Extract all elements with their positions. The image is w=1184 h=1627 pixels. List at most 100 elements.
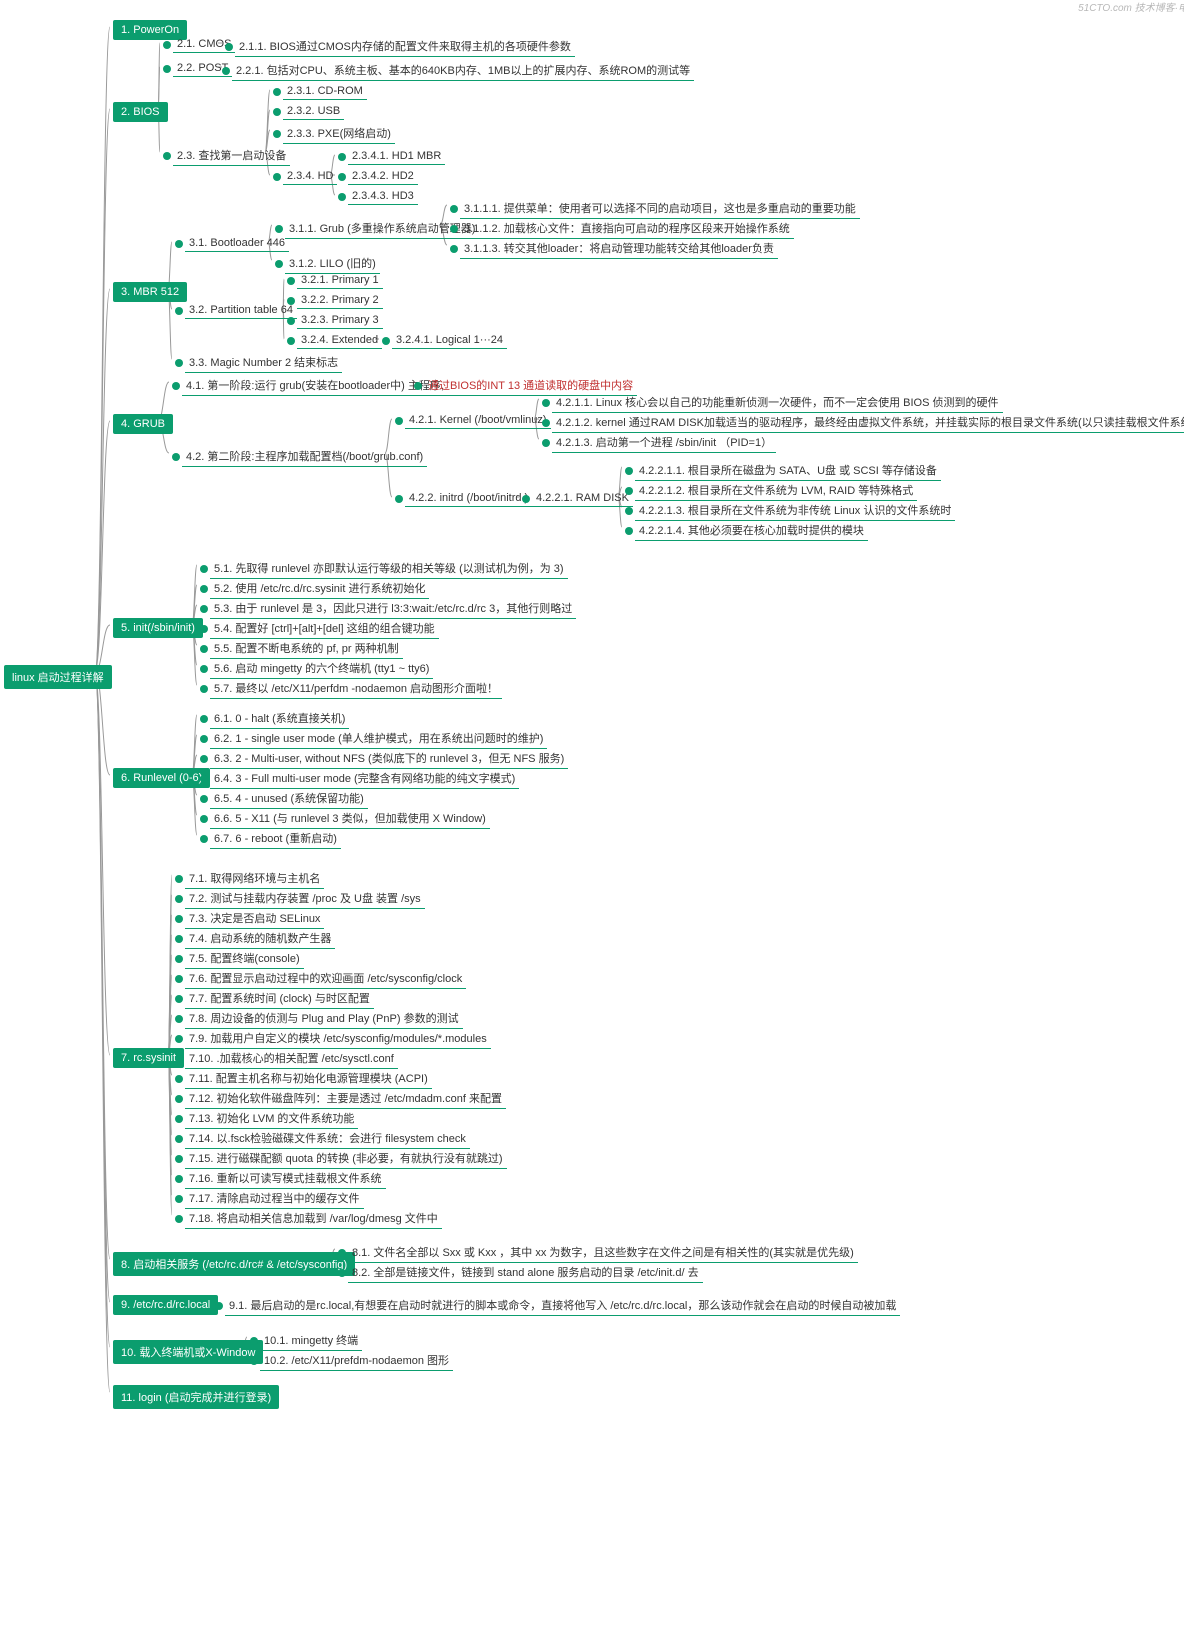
node-dot	[175, 1095, 183, 1103]
leaf-node[interactable]: 4.2.2.1.2. 根目录所在文件系统为 LVM, RAID 等特殊格式	[635, 480, 917, 501]
leaf-node[interactable]: 3.1.1.1. 提供菜单：使用者可以选择不同的启动项目，这也是多重启动的重要功…	[460, 198, 860, 219]
leaf-node[interactable]: 3.3. Magic Number 2 结束标志	[185, 352, 342, 373]
leaf-node[interactable]: 5.1. 先取得 runlevel 亦即默认运行等级的相关等级 (以测试机为例，…	[210, 558, 568, 579]
leaf-node[interactable]: 2.2.1. 包括对CPU、系统主板、基本的640KB内存、1MB以上的扩展内存…	[232, 60, 694, 81]
leaf-node[interactable]: 6.6. 5 - X11 (与 runlevel 3 类似，但加载使用 X Wi…	[210, 808, 490, 829]
leaf-node[interactable]: 7.6. 配置显示启动过程中的欢迎画面 /etc/sysconfig/clock	[185, 968, 466, 989]
leaf-node[interactable]: 6.7. 6 - reboot (重新启动)	[210, 828, 341, 849]
branch-node[interactable]: 9. /etc/rc.d/rc.local	[113, 1295, 218, 1315]
leaf-node[interactable]: 3.2. Partition table 64	[185, 302, 297, 319]
leaf-node[interactable]: 8.2. 全部是链接文件，链接到 stand alone 服务启动的目录 /et…	[348, 1262, 703, 1283]
node-dot	[175, 1035, 183, 1043]
node-dot	[175, 935, 183, 943]
branch-node[interactable]: 10. 载入终端机或X-Window	[113, 1340, 263, 1364]
leaf-node[interactable]: 7.18. 将启动相关信息加载到 /var/log/dmesg 文件中	[185, 1208, 442, 1229]
leaf-node[interactable]: 7.7. 配置系统时间 (clock) 与时区配置	[185, 988, 374, 1009]
leaf-node[interactable]: 3.1. Bootloader 446	[185, 235, 289, 252]
leaf-node[interactable]: 6.5. 4 - unused (系统保留功能)	[210, 788, 368, 809]
node-dot	[200, 625, 208, 633]
leaf-node[interactable]: 4.2.2.1.4. 其他必须要在核心加载时提供的模块	[635, 520, 868, 541]
leaf-node[interactable]: 5.4. 配置好 [ctrl]+[alt]+[del] 这组的组合键功能	[210, 618, 439, 639]
leaf-node[interactable]: 2.3.2. USB	[283, 103, 344, 120]
leaf-node[interactable]: 4.2.2.1.1. 根目录所在磁盘为 SATA、U盘 或 SCSI 等存储设备	[635, 460, 941, 481]
leaf-node[interactable]: 5.3. 由于 runlevel 是 3，因此只进行 l3:3:wait:/et…	[210, 598, 576, 619]
leaf-node[interactable]: 7.8. 周边设备的侦测与 Plug and Play (PnP) 参数的测试	[185, 1008, 463, 1029]
leaf-node[interactable]: 2.3.4.2. HD2	[348, 168, 418, 185]
root-node[interactable]: linux 启动过程详解	[4, 665, 112, 689]
leaf-node[interactable]: 8.1. 文件名全部以 Sxx 或 Kxx ，其中 xx 为数字，且这些数字在文…	[348, 1242, 858, 1263]
leaf-node[interactable]: 4.2.1.2. kernel 通过RAM DISK加载适当的驱动程序，最终经由…	[552, 412, 1184, 433]
leaf-node[interactable]: 7.13. 初始化 LVM 的文件系统功能	[185, 1108, 358, 1129]
leaf-node[interactable]: 7.12. 初始化软件磁盘阵列：主要是透过 /etc/mdadm.conf 来配…	[185, 1088, 506, 1109]
leaf-node[interactable]: 7.1. 取得网络环境与主机名	[185, 868, 324, 889]
leaf-node[interactable]: 3.2.4.1. Logical 1···24	[392, 332, 507, 349]
leaf-node[interactable]: 5.7. 最终以 /etc/X11/perfdm -nodaemon 启动图形介…	[210, 678, 502, 699]
leaf-node[interactable]: 4.2.1. Kernel (/boot/vmlinuz)	[405, 412, 551, 429]
leaf-node[interactable]: 6.2. 1 - single user mode (单人维护模式，用在系统出问…	[210, 728, 547, 749]
node-dot	[542, 439, 550, 447]
branch-node[interactable]: 8. 启动相关服务 (/etc/rc.d/rc# & /etc/sysconfi…	[113, 1252, 355, 1276]
leaf-node[interactable]: 2.3.3. PXE(网络启动)	[283, 123, 395, 144]
leaf-node[interactable]: 3.1.2. LILO (旧的)	[285, 253, 380, 274]
leaf-node[interactable]: 2.3.1. CD-ROM	[283, 83, 367, 100]
leaf-node[interactable]: 3.1.1.2. 加载核心文件：直接指向可启动的程序区段来开始操作系统	[460, 218, 794, 239]
leaf-node[interactable]: 7.2. 测试与挂载内存装置 /proc 及 U盘 装置 /sys	[185, 888, 425, 909]
branch-node[interactable]: 7. rc.sysinit	[113, 1048, 184, 1068]
leaf-node[interactable]: 7.10. .加载核心的相关配置 /etc/sysctl.conf	[185, 1048, 398, 1069]
branch-node[interactable]: 4. GRUB	[113, 414, 173, 434]
leaf-node[interactable]: 5.6. 启动 mingetty 的六个终端机 (tty1 ~ tty6)	[210, 658, 433, 679]
node-dot	[273, 88, 281, 96]
leaf-node[interactable]: 9.1. 最后启动的是rc.local,有想要在启动时就进行的脚本或命令，直接将…	[225, 1295, 900, 1316]
node-dot	[542, 419, 550, 427]
leaf-node[interactable]: 4.2. 第二阶段:主程序加载配置档(/boot/grub.conf)	[182, 446, 427, 467]
leaf-node[interactable]: 3.2.1. Primary 1	[297, 272, 383, 289]
leaf-node[interactable]: 3.2.3. Primary 3	[297, 312, 383, 329]
node-dot	[250, 1357, 258, 1365]
node-dot	[273, 108, 281, 116]
node-dot	[175, 1175, 183, 1183]
leaf-node[interactable]: 2.3. 查找第一启动设备	[173, 145, 290, 166]
leaf-node[interactable]: 4.2.1.3. 启动第一个进程 /sbin/init （PID=1）	[552, 432, 776, 453]
branch-node[interactable]: 11. login (启动完成并进行登录)	[113, 1385, 279, 1409]
leaf-node[interactable]: 6.1. 0 - halt (系统直接关机)	[210, 708, 349, 729]
node-dot	[175, 1155, 183, 1163]
leaf-node[interactable]: 4.2.2.1.3. 根目录所在文件系统为非传统 Linux 认识的文件系统时	[635, 500, 955, 521]
leaf-node[interactable]: 2.1.1. BIOS通过CMOS内存储的配置文件来取得主机的各项硬件参数	[235, 36, 575, 57]
leaf-node[interactable]: 3.2.4. Extended	[297, 332, 382, 349]
node-dot	[450, 205, 458, 213]
branch-node[interactable]: 6. Runlevel (0-6)	[113, 768, 210, 788]
branch-node[interactable]: 5. init(/sbin/init)	[113, 618, 203, 638]
node-dot	[200, 735, 208, 743]
leaf-node[interactable]: 4.2.2. initrd (/boot/initrd )	[405, 490, 532, 507]
leaf-node[interactable]: 7.17. 清除启动过程当中的缓存文件	[185, 1188, 364, 1209]
leaf-node[interactable]: 10.1. mingetty 终端	[260, 1330, 362, 1351]
leaf-node[interactable]: 6.4. 3 - Full multi-user mode (完整含有网络功能的…	[210, 768, 519, 789]
leaf-node[interactable]: 7.4. 启动系统的随机数产生器	[185, 928, 335, 949]
leaf-node[interactable]: 2.3.4.3. HD3	[348, 188, 418, 205]
leaf-node[interactable]: 2.3.4.1. HD1 MBR	[348, 148, 445, 165]
leaf-node[interactable]: 5.5. 配置不断电系统的 pf, pr 两种机制	[210, 638, 403, 659]
leaf-node[interactable]: 7.5. 配置终端(console)	[185, 948, 304, 969]
leaf-node[interactable]: 3.2.2. Primary 2	[297, 292, 383, 309]
branch-node[interactable]: 3. MBR 512	[113, 282, 187, 302]
leaf-node[interactable]: 5.2. 使用 /etc/rc.d/rc.sysinit 进行系统初始化	[210, 578, 429, 599]
leaf-node[interactable]: 2.3.4. HD	[283, 168, 337, 185]
leaf-node[interactable]: 7.14. 以.fsck检验磁碟文件系统：会进行 filesystem chec…	[185, 1128, 470, 1149]
leaf-node[interactable]: 7.15. 进行磁碟配额 quota 的转换 (非必要，有就执行没有就跳过)	[185, 1148, 507, 1169]
leaf-node[interactable]: 4.2.1.1. Linux 核心会以自己的功能重新侦测一次硬件，而不一定会使用…	[552, 392, 1003, 413]
leaf-node[interactable]: 7.11. 配置主机名称与初始化电源管理模块 (ACPI)	[185, 1068, 432, 1089]
leaf-node[interactable]: 7.9. 加载用户自定义的模块 /etc/sysconfig/modules/*…	[185, 1028, 491, 1049]
node-dot	[200, 585, 208, 593]
leaf-node[interactable]: 7.3. 决定是否启动 SELinux	[185, 908, 324, 929]
leaf-node[interactable]: 3.1.1.3. 转交其他loader：将启动管理功能转交给其他loader负责	[460, 238, 778, 259]
branch-node[interactable]: 2. BIOS	[113, 102, 168, 122]
leaf-node[interactable]: 4.1. 第一阶段:运行 grub(安装在bootloader中) 主程序,	[182, 375, 448, 396]
leaf-node[interactable]: 7.16. 重新以可读写模式挂载根文件系统	[185, 1168, 386, 1189]
node-dot	[163, 152, 171, 160]
leaf-node[interactable]: 10.2. /etc/X11/prefdm-nodaemon 图形	[260, 1350, 453, 1371]
node-dot	[338, 193, 346, 201]
node-dot	[175, 975, 183, 983]
leaf-node[interactable]: 6.3. 2 - Multi-user, without NFS (类似底下的 …	[210, 748, 568, 769]
leaf-node[interactable]: 4.2.2.1. RAM DISK	[532, 490, 633, 507]
node-dot	[175, 1075, 183, 1083]
